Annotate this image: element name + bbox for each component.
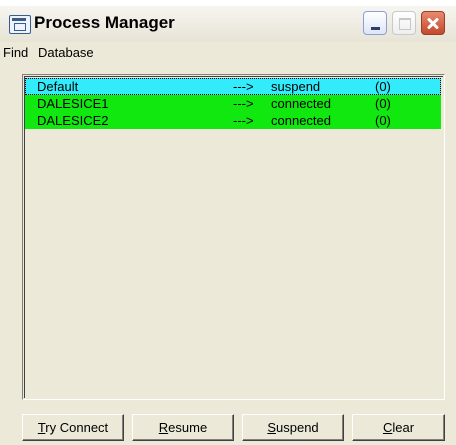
try-connect-label: ry Connect: [45, 420, 109, 435]
clear-button[interactable]: Clear: [352, 414, 445, 441]
resume-accel: R: [158, 420, 169, 435]
process-window-icon[interactable]: [9, 15, 31, 34]
connection-list[interactable]: Default ---> suspend (0) DALESICE1 ---> …: [22, 74, 445, 400]
menu-find[interactable]: Find: [3, 45, 28, 60]
menu-database[interactable]: Database: [38, 45, 94, 60]
suspend-accel: S: [267, 420, 276, 435]
title-bar[interactable]: Process Manager: [0, 6, 456, 43]
resume-label: esume: [168, 420, 208, 435]
minimize-icon[interactable]: [363, 11, 387, 35]
connection-status: suspend: [271, 79, 321, 94]
connection-name: DALESICE1: [37, 96, 109, 111]
connection-count: (0): [375, 113, 391, 128]
suspend-label: uspend: [276, 420, 319, 435]
close-icon[interactable]: [421, 11, 445, 35]
maximize-icon[interactable]: [392, 11, 416, 35]
clear-accel: C: [382, 420, 393, 435]
connection-arrow: --->: [233, 96, 254, 111]
connection-status: connected: [271, 96, 331, 111]
process-manager-window: Process Manager Find Database Default --…: [0, 6, 456, 445]
connection-status: connected: [271, 113, 331, 128]
suspend-button[interactable]: Suspend: [242, 414, 344, 441]
connection-count: (0): [375, 79, 391, 94]
list-item[interactable]: DALESICE1 ---> connected (0): [25, 95, 441, 112]
list-item[interactable]: Default ---> suspend (0): [25, 78, 441, 95]
list-item[interactable]: DALESICE2 ---> connected (0): [25, 112, 441, 129]
try-connect-button[interactable]: Try Connect: [22, 414, 124, 441]
resume-button[interactable]: Resume: [132, 414, 234, 441]
connection-arrow: --->: [233, 113, 254, 128]
connection-count: (0): [375, 96, 391, 111]
connection-name: Default: [37, 79, 79, 94]
menu-bar: Find Database: [0, 42, 456, 63]
clear-label: lear: [392, 420, 415, 435]
window-title: Process Manager: [34, 13, 175, 32]
connection-arrow: --->: [233, 79, 254, 94]
connection-name: DALESICE2: [37, 113, 109, 128]
